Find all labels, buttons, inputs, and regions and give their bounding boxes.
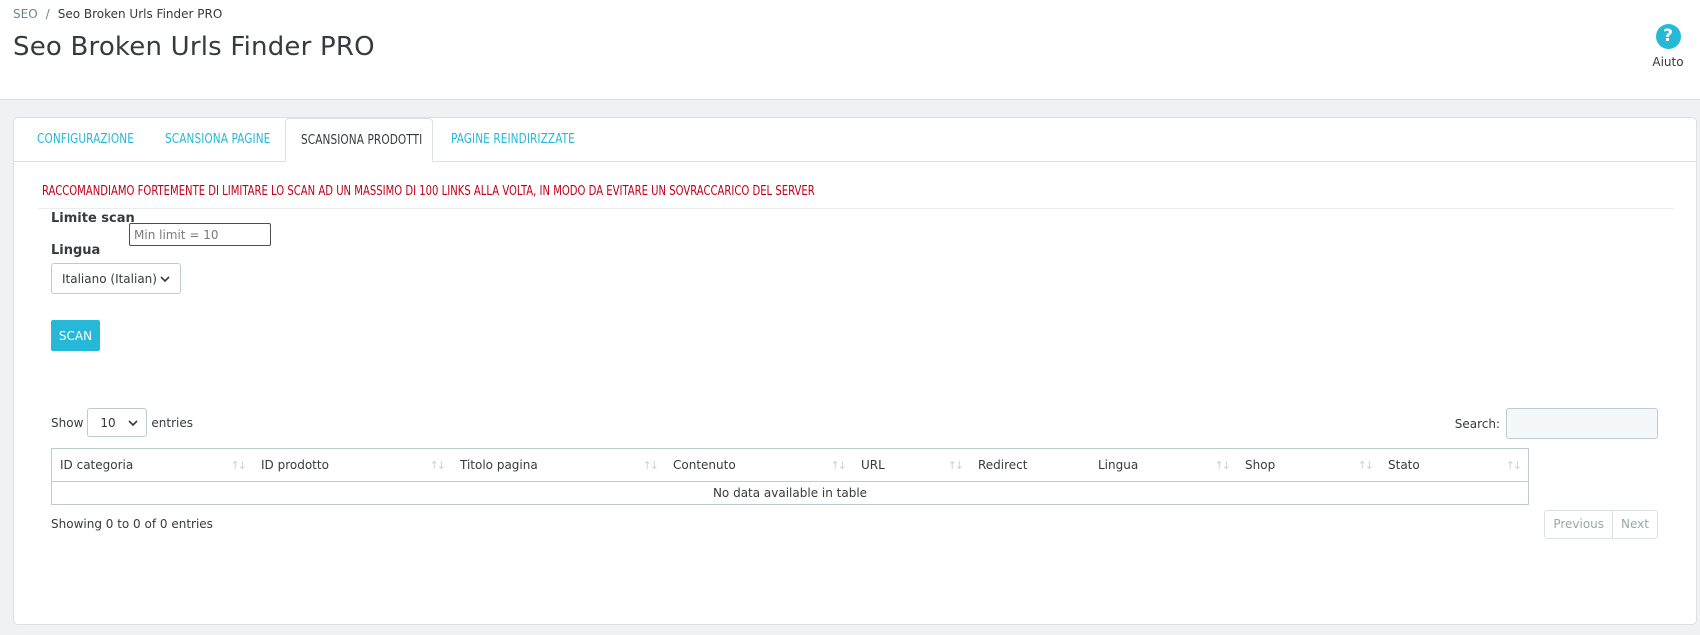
sort-icon: ↑↓ [947, 459, 965, 472]
page-length-value: 10 [100, 415, 116, 430]
tab-pagine-reindirizzate[interactable]: PAGINE REINDIRIZZATE [451, 118, 575, 162]
column-header[interactable]: Titolo pagina ↑↓ [452, 449, 665, 482]
column-label: Shop [1245, 458, 1276, 472]
sort-icon: ↑↓ [830, 459, 848, 472]
show-label: Show [51, 415, 84, 430]
page-title: Seo Broken Urls Finder PRO [13, 32, 375, 62]
page-header: SEO / Seo Broken Urls Finder PRO Seo Bro… [0, 0, 1700, 100]
sort-icon: ↑↓ [230, 459, 248, 472]
column-label: Lingua [1098, 458, 1139, 472]
sort-icon: ↑↓ [1505, 459, 1523, 472]
table-length-control: Show 10 entries [51, 408, 193, 437]
table-search: Search: [1455, 408, 1658, 439]
sort-icon: ↑↓ [1357, 459, 1375, 472]
previous-page-button[interactable]: Previous [1545, 511, 1612, 538]
limit-scan-input[interactable] [129, 223, 271, 246]
column-header[interactable]: ID categoria ↑↓ [52, 449, 253, 482]
tab-scansiona-pagine[interactable]: SCANSIONA PAGINE [165, 118, 270, 162]
language-select[interactable]: Italiano (Italian) [51, 263, 181, 294]
entries-label: entries [151, 415, 193, 430]
column-header[interactable]: Stato ↑↓ [1380, 449, 1528, 482]
breadcrumb-separator: / [45, 7, 50, 21]
question-circle-icon: ? [1655, 24, 1681, 49]
column-label: Redirect [978, 458, 1028, 472]
next-page-button[interactable]: Next [1612, 511, 1657, 538]
column-label: Stato [1388, 458, 1420, 472]
breadcrumb-root-link[interactable]: SEO [13, 7, 38, 21]
tab-scansiona-prodotti-label: SCANSIONA PRODOTTI [301, 133, 423, 148]
tab-configurazione[interactable]: CONFIGURAZIONE [37, 118, 134, 162]
empty-table-row: No data available in table [52, 482, 1528, 504]
table-header: ID categoria ↑↓ ID prodotto ↑↓ Titolo pagi… [52, 449, 1528, 482]
column-header[interactable]: Contenuto ↑↓ [665, 449, 853, 482]
chevron-down-icon [160, 275, 170, 282]
search-label: Search: [1454, 416, 1500, 431]
scan-button[interactable]: SCAN [51, 320, 100, 351]
pagination: Previous Next [1544, 510, 1658, 539]
page-length-select[interactable]: 10 [87, 408, 148, 437]
module-panel: CONFIGURAZIONE SCANSIONA PAGINE SCANSION… [13, 117, 1697, 625]
column-header[interactable]: URL ↑↓ [853, 449, 970, 482]
help-button[interactable]: ? Aiuto [1648, 24, 1688, 69]
limit-scan-label: Limite scan [51, 211, 135, 226]
results-table: ID categoria ↑↓ ID prodotto ↑↓ Titolo pagi… [51, 448, 1529, 505]
search-input[interactable] [1506, 408, 1658, 439]
language-select-value: Italiano (Italian) [62, 271, 157, 286]
column-header[interactable]: ID prodotto ↑↓ [253, 449, 452, 482]
chevron-down-icon [128, 419, 138, 426]
tab-bar: CONFIGURAZIONE SCANSIONA PAGINE SCANSION… [14, 118, 1696, 162]
scan-limit-warning: RACCOMANDIAMO FORTEMENTE DI LIMITARE LO … [42, 184, 815, 199]
sort-icon: ↑↓ [429, 459, 447, 472]
column-label: Titolo pagina [460, 458, 538, 472]
column-label: ID prodotto [261, 458, 329, 472]
language-label: Lingua [51, 243, 101, 258]
column-label: Contenuto [673, 458, 736, 472]
column-header[interactable]: Lingua ↑↓ [1090, 449, 1237, 482]
breadcrumb: SEO / Seo Broken Urls Finder PRO [13, 7, 222, 21]
tab-scansiona-prodotti[interactable]: SCANSIONA PRODOTTI [285, 118, 433, 162]
help-label: Aiuto [1652, 55, 1684, 69]
column-label: URL [861, 458, 885, 472]
column-header[interactable]: Shop ↑↓ [1237, 449, 1380, 482]
breadcrumb-current: Seo Broken Urls Finder PRO [57, 7, 223, 21]
table-info: Showing 0 to 0 of 0 entries [51, 517, 213, 531]
divider [38, 208, 1674, 209]
column-header[interactable]: Redirect [970, 449, 1090, 482]
sort-icon: ↑↓ [1214, 459, 1232, 472]
column-label: ID categoria [60, 458, 134, 472]
sort-icon: ↑↓ [642, 459, 660, 472]
